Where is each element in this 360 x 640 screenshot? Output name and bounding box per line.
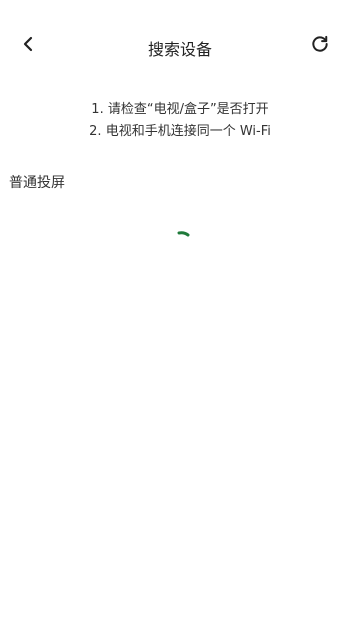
section-label-normal-cast: 普通投屏 <box>9 175 65 191</box>
refresh-icon <box>310 34 330 58</box>
connection-tips: 1. 请检查“电视/盒子”是否打开 2. 电视和手机连接同一个 Wi-Fi <box>0 99 360 143</box>
top-bar: 搜索设备 <box>0 0 360 94</box>
search-device-screen: 搜索设备 1. 请检查“电视/盒子”是否打开 2. 电视和手机连接同一个 Wi-… <box>0 0 360 640</box>
tip-line-1: 1. 请检查“电视/盒子”是否打开 <box>91 102 269 117</box>
tip-line-2: 2. 电视和手机连接同一个 Wi-Fi <box>89 124 271 139</box>
loading-spinner <box>176 228 192 244</box>
refresh-button[interactable] <box>304 30 336 62</box>
